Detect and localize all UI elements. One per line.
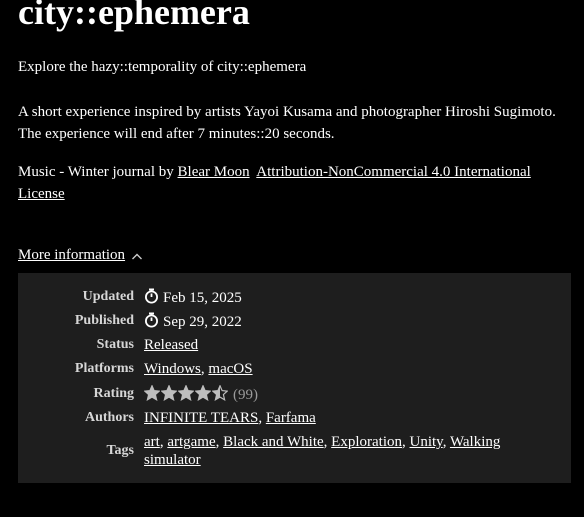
- published-value: Sep 29, 2022: [144, 312, 544, 333]
- updated-value: Feb 15, 2025: [144, 288, 544, 309]
- stopwatch-icon: [144, 288, 159, 309]
- platforms-label: Platforms: [74, 361, 134, 376]
- page-title: city::ephemera: [18, 0, 250, 32]
- stopwatch-icon: [144, 312, 159, 333]
- platform-link-windows[interactable]: Windows: [144, 361, 201, 377]
- music-artist-link[interactable]: Blear Moon: [178, 164, 250, 180]
- tag-link-unity[interactable]: Unity: [410, 434, 443, 450]
- star-full-icon: [143, 384, 161, 406]
- updated-date: Feb 15, 2025: [163, 290, 242, 306]
- rating-value: (99): [143, 384, 544, 406]
- more-information-label[interactable]: More information: [18, 247, 125, 263]
- tags-value: art, artgame, Black and White, Explorati…: [144, 434, 501, 468]
- music-credit-prefix: Music - Winter journal by: [18, 164, 178, 180]
- author-link-farfama[interactable]: Farfama: [266, 410, 316, 426]
- chevron-up-icon: [131, 245, 143, 267]
- tagline: Explore the hazy::temporality of city::e…: [18, 59, 307, 75]
- platforms-value: Windows, macOS: [144, 361, 253, 377]
- tag-link-black-and-white[interactable]: Black and White: [223, 434, 324, 450]
- star-full-icon: [160, 384, 178, 406]
- tag-link-art[interactable]: art: [144, 434, 160, 450]
- rating-count: (99): [233, 387, 258, 403]
- status-value: Released: [144, 336, 544, 354]
- rating-label: Rating: [93, 386, 134, 401]
- status-link[interactable]: Released: [144, 337, 198, 353]
- status-label: Status: [96, 337, 134, 352]
- published-label: Published: [74, 313, 134, 328]
- description: A short experience inspired by artists Y…: [18, 104, 556, 142]
- published-date: Sep 29, 2022: [163, 314, 242, 330]
- platform-link-macos[interactable]: macOS: [208, 361, 252, 377]
- star-full-icon: [177, 384, 195, 406]
- tags-label: Tags: [106, 443, 134, 458]
- star-full-icon: [194, 384, 212, 406]
- author-link-infinite-tears[interactable]: INFINITE TEARS: [144, 410, 258, 426]
- music-credit: Music - Winter journal by Blear Moon Att…: [18, 161, 574, 205]
- authors-label: Authors: [84, 410, 134, 425]
- star-rating[interactable]: [143, 384, 229, 406]
- more-information-toggle[interactable]: More information: [18, 244, 143, 267]
- authors-value: INFINITE TEARS, Farfama: [144, 410, 316, 426]
- info-panel: Updated Feb 15, 2025 Published Sep 29, 2…: [18, 273, 571, 483]
- tag-link-artgame[interactable]: artgame: [167, 434, 215, 450]
- tag-link-exploration[interactable]: Exploration: [331, 434, 402, 450]
- updated-label: Updated: [82, 289, 134, 304]
- star-half-icon: [211, 384, 229, 406]
